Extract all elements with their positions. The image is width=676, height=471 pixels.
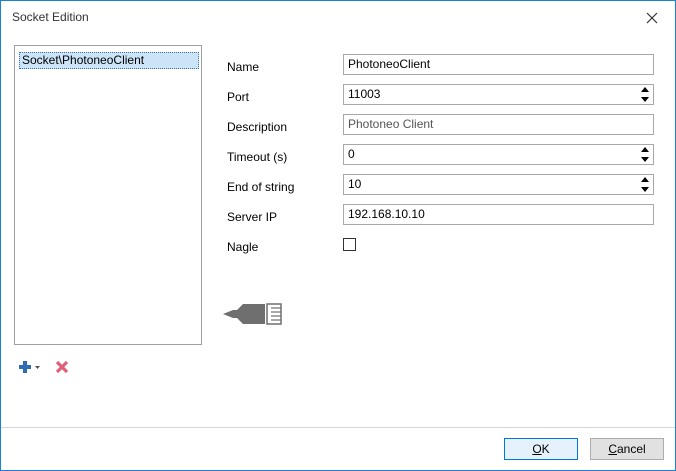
timeout-stepper[interactable]: 0	[343, 144, 654, 165]
timeout-label: Timeout (s)	[227, 150, 288, 164]
port-value: 11003	[348, 87, 381, 101]
socket-list[interactable]: Socket\PhotoneoClient	[14, 45, 202, 345]
server-ip-label: Server IP	[227, 210, 278, 224]
add-socket-button[interactable]	[19, 360, 43, 374]
server-ip-field[interactable]: 192.168.10.10	[343, 204, 654, 225]
server-ip-value: 192.168.10.10	[348, 207, 425, 221]
socket-edition-dialog: Socket Edition Socket\PhotoneoClient Nam…	[0, 0, 676, 471]
description-value: Photoneo Client	[348, 117, 434, 131]
remove-socket-button[interactable]	[55, 360, 69, 374]
description-field[interactable]: Photoneo Client	[343, 114, 654, 135]
timeout-spin-buttons[interactable]	[640, 147, 650, 162]
footer-divider	[1, 427, 675, 428]
list-item[interactable]: Socket\PhotoneoClient	[19, 52, 199, 69]
close-icon	[646, 12, 658, 23]
name-value: PhotoneoClient	[348, 57, 431, 71]
red-x-icon	[55, 360, 69, 374]
nagle-label: Nagle	[227, 240, 259, 254]
end-of-string-label: End of string	[227, 180, 295, 194]
spin-up-icon[interactable]	[641, 87, 649, 92]
ok-button[interactable]: OK	[504, 438, 578, 460]
window-title: Socket Edition	[12, 10, 89, 24]
name-field[interactable]: PhotoneoClient	[343, 54, 654, 75]
port-spin-buttons[interactable]	[640, 87, 650, 102]
description-label: Description	[227, 120, 288, 134]
end-of-string-value: 10	[348, 177, 362, 191]
cancel-button[interactable]: Cancel	[590, 438, 664, 460]
spin-down-icon[interactable]	[641, 157, 649, 162]
end-of-string-spin-buttons[interactable]	[640, 177, 650, 192]
spin-down-icon[interactable]	[641, 97, 649, 102]
nagle-checkbox[interactable]	[343, 238, 356, 251]
ethernet-plug-icon	[223, 303, 282, 325]
timeout-value: 0	[348, 147, 355, 161]
spin-down-icon[interactable]	[641, 187, 649, 192]
plus-dropdown-icon	[19, 361, 40, 373]
spin-up-icon[interactable]	[641, 147, 649, 152]
name-label: Name	[227, 60, 260, 74]
dialog-body: Socket\PhotoneoClient Name PhotoneoClien…	[1, 34, 675, 470]
port-label: Port	[227, 90, 250, 104]
end-of-string-stepper[interactable]: 10	[343, 174, 654, 195]
title-bar: Socket Edition	[1, 1, 675, 34]
close-button[interactable]	[629, 1, 675, 34]
port-stepper[interactable]: 11003	[343, 84, 654, 105]
spin-up-icon[interactable]	[641, 177, 649, 182]
